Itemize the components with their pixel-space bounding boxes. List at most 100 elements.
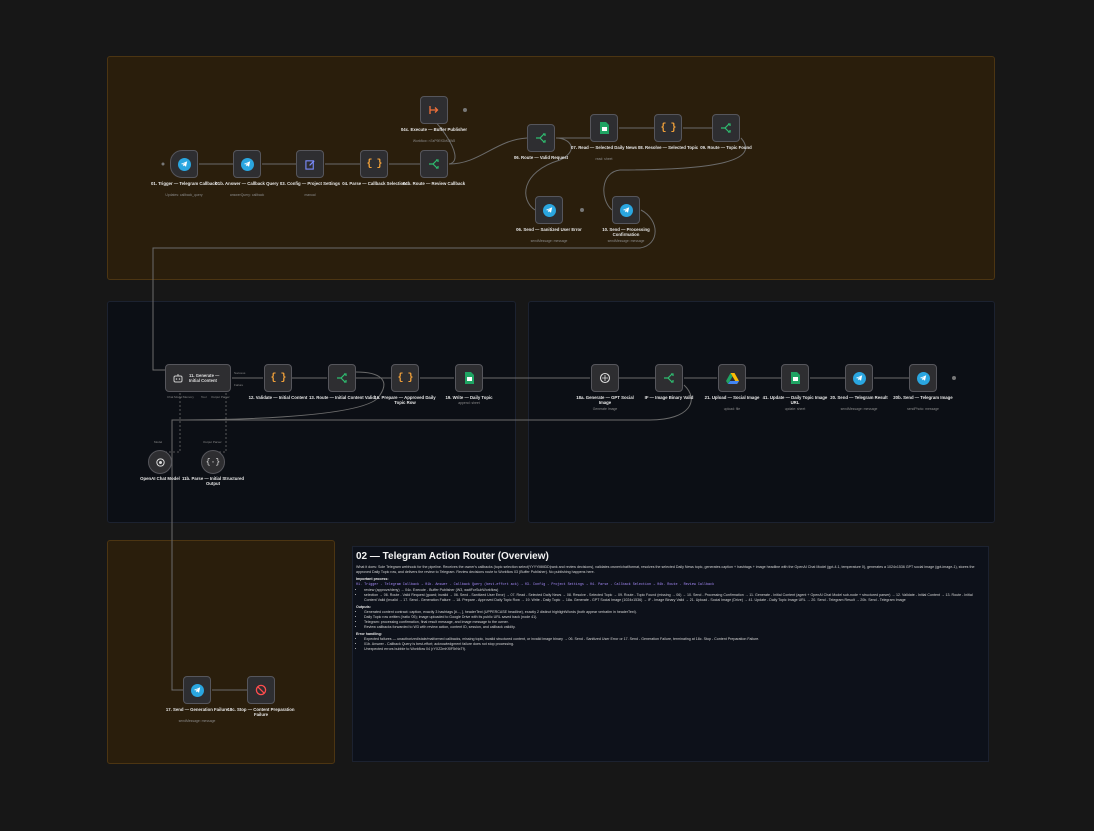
edit-icon [302,156,318,172]
sheets-icon [461,370,477,386]
node-17-sub: sendMessage: message [178,719,216,723]
sheets-icon [596,120,612,136]
node-06b-send-error[interactable] [535,196,563,224]
node-11b-parse[interactable]: {·} [201,450,225,474]
router-icon [426,156,442,172]
note-errors-list: Expected failures — unauthorized/stale/m… [356,637,985,652]
node-16-label: 16. Prepare — Approved Daily Topic Row [374,395,436,405]
note-outputs-list: Generated content contract: caption, exa… [356,610,985,630]
node-20b-sub: sendPhoto: message [907,407,939,411]
port-output-parser: Output Parser [211,395,230,399]
model-top-label: Model [154,440,163,444]
port-chat-model: Chat Model [167,395,183,399]
node-20b-send-image[interactable] [909,364,937,392]
list-item: Unexpected errors bubble to Workflow 04 … [364,647,985,652]
overview-note[interactable]: 02 — Telegram Action Router (Overview) W… [352,546,989,762]
node-06b-sub: sendMessage: message [530,239,568,243]
node-01-sub: Updates: callback_query [165,193,203,197]
node-01b-sub: answerQuery: callback [229,193,265,197]
node-20b-label: 20b. Send — Telegram Image [893,395,953,400]
node-10-label: 10. Send — Processing Confirmation [602,227,650,237]
node-06-route[interactable] [527,124,555,152]
node-04c-execute[interactable] [420,96,448,124]
node-04c-label: 04c. Execute — Buffer Publisher [400,127,468,132]
telegram-icon [915,370,931,386]
node-20-send-result[interactable] [845,364,873,392]
node-07-read[interactable] [590,114,618,142]
node-openai-chat-model[interactable] [148,450,172,474]
parser-icon: {·} [205,457,221,467]
note-title: 02 — Telegram Action Router (Overview) [356,551,549,562]
node-21-upload[interactable] [718,364,746,392]
output-failure: Failure [234,383,244,387]
telegram-icon [239,156,255,172]
node-21-sub: upload: file [723,407,741,411]
telegram-icon [541,202,557,218]
node-20-sub: sendMessage: message [840,407,878,411]
code-icon: { } [660,122,676,134]
router-icon [334,370,350,386]
sheets-icon [787,370,803,386]
node-12-label: 12. Validate — Initial Content [248,395,308,400]
node-17-label: 17. Send — Generation Failure [165,707,229,712]
node-10-sub: sendMessage: message [607,239,645,243]
node-18c-stop[interactable] [247,676,275,704]
node-18c-label: 18c. Stop — Content Preparation Failure [227,707,295,717]
node-16-prepare[interactable]: { } [391,364,419,392]
node-17-send-failure[interactable] [183,676,211,704]
node-19-write[interactable] [455,364,483,392]
node-21-label: 21. Upload — Social Image [704,395,760,400]
port-memory: Memory [183,395,194,399]
node-04c-sub: Workflow: n7aP9EfGkK8W8 [412,139,456,143]
node-04-parse[interactable]: { } [360,150,388,178]
code-icon: { } [397,372,413,384]
node-13-label: 13. Route — Initial Content Valid [309,395,375,400]
node-if-image-valid[interactable] [655,364,683,392]
node-18a-label: 18a. Generate — GPT Social Image [576,395,634,405]
telegram-icon [176,156,192,172]
node-01-trigger[interactable] [170,150,198,178]
node-03-config[interactable] [296,150,324,178]
code-icon: { } [366,158,382,170]
node-03-sub: manual [304,193,316,197]
node-04b-label: 04b. Route — Review Callback [402,181,466,186]
node-01b-label: 01b. Answer — Callback Query [215,181,279,186]
execute-workflow-icon [426,102,442,118]
router-icon [718,120,734,136]
node-if-label: IF — Image Binary Valid [644,395,694,400]
node-10-confirm[interactable] [612,196,640,224]
node-01b-answer[interactable] [233,150,261,178]
port-tool: Tool [201,395,207,399]
node-11-generate[interactable]: 11. Generate — Initial Content [165,364,231,392]
node-41-label: 41. Update — Daily Topic Image URL [762,395,828,405]
node-13-route[interactable] [328,364,356,392]
drive-icon [724,370,740,386]
node-41-sub: update: sheet [784,407,806,411]
stop-icon [253,682,269,698]
node-04b-route[interactable] [420,150,448,178]
node-06b-label: 06. Send — Sanitized User Error [516,227,582,232]
node-20-label: 20. Send — Telegram Result [830,395,888,400]
node-01-label: 01. Trigger — Telegram Callback [150,181,218,186]
router-icon [533,130,549,146]
node-08-resolve[interactable]: { } [654,114,682,142]
ai-agent-icon [170,370,186,386]
node-18a-generate-image[interactable] [591,364,619,392]
node-09-label: 09. Route — Topic Found [700,145,752,150]
node-41-update[interactable] [781,364,809,392]
node-07-label: 07. Read — Selected Daily News [571,145,637,150]
node-18a-sub: Generate Image [592,407,618,411]
list-item: selection → 06. Route - Valid Request (g… [364,593,985,603]
node-12-validate[interactable]: { } [264,364,292,392]
node-06-label: 06. Route — Valid Request [513,155,569,160]
node-11-label: 11. Generate — Initial Content [189,373,220,383]
note-intro: What it does: Sole Telegram webhook for … [356,565,975,574]
output-success: Success [234,371,246,375]
node-19-label: 19. Write — Daily Topic [445,395,493,400]
openai-icon [152,454,168,470]
node-09-route[interactable] [712,114,740,142]
node-11b-label: 11b. Parse — Initial Structured Output [181,476,245,486]
parser-top-label: Output Parser [203,440,222,444]
telegram-icon [618,202,634,218]
router-icon [661,370,677,386]
